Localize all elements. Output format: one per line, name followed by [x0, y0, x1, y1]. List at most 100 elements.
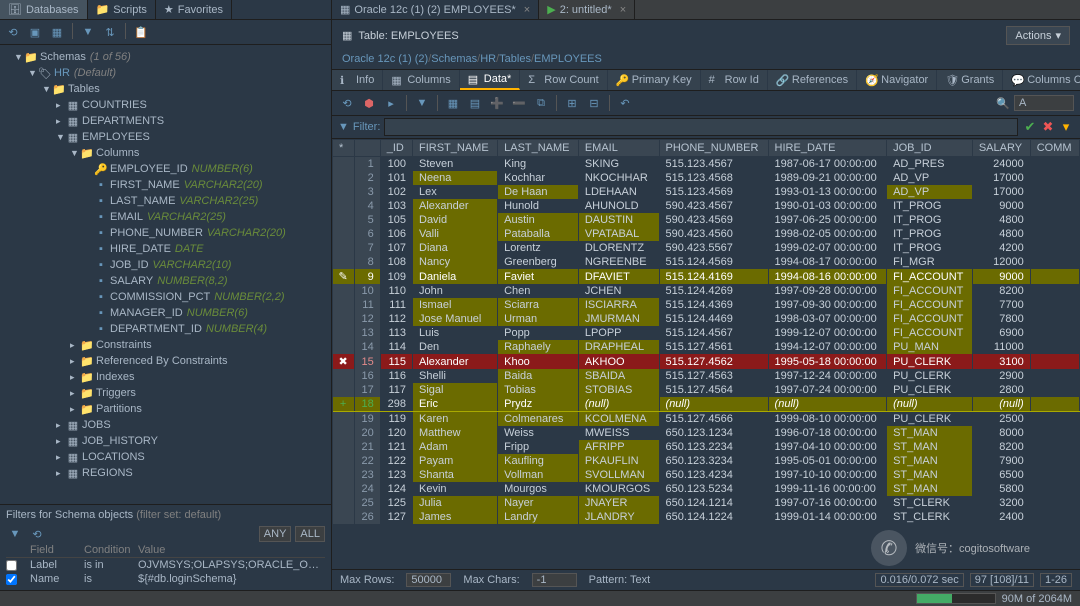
- table-row[interactable]: 13113LuisPoppLPOPP515.124.45671999-12-07…: [333, 326, 1080, 340]
- content-tab-untitled[interactable]: ▶2: untitled*×: [539, 0, 635, 19]
- tree-column[interactable]: ▪JOB_IDVARCHAR2(10): [0, 257, 331, 273]
- table-row[interactable]: 21121AdamFrippAFRIPP650.123.22341997-04-…: [333, 440, 1080, 454]
- column-header[interactable]: COMM: [1030, 140, 1079, 157]
- tree-folder[interactable]: ▸📁Constraints: [0, 337, 331, 353]
- subtab[interactable]: 🛡Grants: [937, 70, 1003, 90]
- tree-column[interactable]: ▪EMAILVARCHAR2(25): [0, 209, 331, 225]
- column-header[interactable]: FIRST_NAME: [413, 140, 498, 157]
- table-row[interactable]: 19119KarenColmenaresKCOLMENA515.127.4566…: [333, 412, 1080, 427]
- table-row[interactable]: 20120MatthewWeissMWEISS650.123.12341996-…: [333, 426, 1080, 440]
- duplicate-row-icon[interactable]: ⧉: [532, 94, 550, 112]
- tree-column[interactable]: ▪PHONE_NUMBERVARCHAR2(20): [0, 225, 331, 241]
- apply-filter-icon[interactable]: ✔: [1022, 119, 1038, 135]
- tab-scripts[interactable]: 📁Scripts: [88, 0, 156, 19]
- subtab[interactable]: ΣRow Count: [520, 70, 607, 90]
- table-row[interactable]: ✎9109DanielaFavietDFAVIET515.124.4169199…: [333, 269, 1080, 284]
- object-tree[interactable]: ▼📁Schemas(1 of 56) ▼🏷HR(Default) ▼📁Table…: [0, 45, 331, 504]
- subtab[interactable]: ▤Data*: [460, 70, 521, 90]
- tree-schemas[interactable]: ▼📁Schemas(1 of 56): [0, 49, 331, 65]
- table-row[interactable]: 25125JuliaNayerJNAYER650.124.12141997-07…: [333, 496, 1080, 510]
- tree-schema-hr[interactable]: ▼🏷HR(Default): [0, 65, 331, 81]
- tree-folder[interactable]: ▸📁Partitions: [0, 401, 331, 417]
- tree-column[interactable]: 🔑EMPLOYEE_IDNUMBER(6): [0, 161, 331, 177]
- link-icon[interactable]: ⇅: [101, 23, 119, 41]
- table-row[interactable]: 7107DianaLorentzDLORENTZ590.423.55671999…: [333, 241, 1080, 255]
- tree-columns[interactable]: ▼📁Columns: [0, 145, 331, 161]
- table-row[interactable]: 3102LexDe HaanLDEHAAN515.123.45691993-01…: [333, 185, 1080, 199]
- filter-refresh-icon[interactable]: ⟲: [28, 525, 46, 543]
- filter-history-icon[interactable]: ▾: [1058, 119, 1074, 135]
- filter-checkbox[interactable]: [6, 560, 17, 571]
- column-header[interactable]: PHONE_NUMBER: [659, 140, 768, 157]
- tree-column[interactable]: ▪LAST_NAMEVARCHAR2(25): [0, 193, 331, 209]
- tree-column[interactable]: ▪DEPARTMENT_IDNUMBER(4): [0, 321, 331, 337]
- filter-all-button[interactable]: ALL: [295, 526, 325, 542]
- actions-button[interactable]: Actions▾: [1006, 26, 1070, 45]
- subtab[interactable]: 🔗References: [768, 70, 857, 90]
- tab-databases[interactable]: 🗄Databases: [0, 0, 88, 19]
- expand-icon[interactable]: ▦: [48, 23, 66, 41]
- table-row[interactable]: 10110JohnChenJCHEN515.124.42691997-09-28…: [333, 284, 1080, 298]
- grid-icon[interactable]: ▤: [466, 94, 484, 112]
- filter-icon[interactable]: ▼: [79, 23, 97, 41]
- tree-folder[interactable]: ▸📁Indexes: [0, 369, 331, 385]
- column-header[interactable]: _ID: [380, 140, 412, 157]
- undo-icon[interactable]: ↶: [616, 94, 634, 112]
- table-row[interactable]: 16116ShelliBaidaSBAIDA515.127.45631997-1…: [333, 369, 1080, 383]
- table-row[interactable]: 11111IsmaelSciarraISCIARRA515.124.436919…: [333, 298, 1080, 312]
- breadcrumb[interactable]: Oracle 12c (1) (2)/Schemas/HR/Tables/EMP…: [332, 51, 1080, 69]
- tree-table[interactable]: ▸▦COUNTRIES: [0, 97, 331, 113]
- table-row[interactable]: ✖15115AlexanderKhooAKHOO515.127.45621995…: [333, 354, 1080, 369]
- next-page-icon[interactable]: ▸: [382, 94, 400, 112]
- column-header[interactable]: EMAIL: [578, 140, 659, 157]
- tree-table[interactable]: ▸▦LOCATIONS: [0, 449, 331, 465]
- table-row[interactable]: 24124KevinMourgosKMOURGOS650.123.5234199…: [333, 482, 1080, 496]
- search-input[interactable]: [1014, 95, 1074, 111]
- tree-table[interactable]: ▸▦JOB_HISTORY: [0, 433, 331, 449]
- table-row[interactable]: 1100StevenKingSKING515.123.45671987-06-1…: [333, 157, 1080, 172]
- tree-tables[interactable]: ▼📁Tables: [0, 81, 331, 97]
- properties-icon[interactable]: 📋: [132, 23, 150, 41]
- filter-toggle-icon[interactable]: ▼: [6, 525, 24, 543]
- close-icon[interactable]: ×: [524, 4, 530, 16]
- memory-bar[interactable]: [916, 593, 996, 604]
- tree-column[interactable]: ▪COMMISSION_PCTNUMBER(2,2): [0, 289, 331, 305]
- stop-icon[interactable]: ⬢: [360, 94, 378, 112]
- table-row[interactable]: 6106ValliPataballaVPATABAL590.423.456019…: [333, 227, 1080, 241]
- data-grid[interactable]: *_IDFIRST_NAMELAST_NAMEEMAILPHONE_NUMBER…: [332, 139, 1080, 569]
- filter-row[interactable]: Labelis inOJVMSYS;OLAPSYS;ORACLE_OCM;ORD…: [6, 558, 325, 572]
- subtab[interactable]: #Row Id: [701, 70, 768, 90]
- refresh-icon[interactable]: ⟲: [4, 23, 22, 41]
- tree-folder[interactable]: ▸📁Referenced By Constraints: [0, 353, 331, 369]
- subtab[interactable]: 🧭Navigator: [857, 70, 937, 90]
- subtab[interactable]: ▦Columns: [383, 70, 459, 90]
- table-row[interactable]: +18298EricPrydz(null)(null)(null)(null)(…: [333, 397, 1080, 412]
- delete-row-icon[interactable]: ➖: [510, 94, 528, 112]
- subtab[interactable]: 🔑Primary Key: [608, 70, 701, 90]
- column-header[interactable]: SALARY: [972, 140, 1030, 157]
- clear-filter-icon[interactable]: ✖: [1040, 119, 1056, 135]
- tree-table[interactable]: ▸▦DEPARTMENTS: [0, 113, 331, 129]
- column-header[interactable]: JOB_ID: [887, 140, 973, 157]
- collapse-icon[interactable]: ▣: [26, 23, 44, 41]
- table-row[interactable]: 17117SigalTobiasSTOBIAS515.127.45641997-…: [333, 383, 1080, 397]
- add-row-icon[interactable]: ➕: [488, 94, 506, 112]
- table-row[interactable]: 14114DenRaphaelyDRAPHEAL515.127.45611994…: [333, 340, 1080, 354]
- column-header[interactable]: HIRE_DATE: [768, 140, 887, 157]
- tree-table[interactable]: ▸▦JOBS: [0, 417, 331, 433]
- table-row[interactable]: 5105DavidAustinDAUSTIN590.423.45691997-0…: [333, 213, 1080, 227]
- max-chars-input[interactable]: [532, 573, 577, 587]
- view2-icon[interactable]: ⊟: [585, 94, 603, 112]
- tree-table-employees[interactable]: ▼▦EMPLOYEES: [0, 129, 331, 145]
- tree-column[interactable]: ▪FIRST_NAMEVARCHAR2(20): [0, 177, 331, 193]
- tree-folder[interactable]: ▸📁Triggers: [0, 385, 331, 401]
- table-row[interactable]: 8108NancyGreenbergNGREENBE515.124.456919…: [333, 255, 1080, 269]
- refresh-icon[interactable]: ⟲: [338, 94, 356, 112]
- close-icon[interactable]: ×: [620, 4, 626, 16]
- table-row[interactable]: 12112Jose ManuelUrmanJMURMAN515.124.4469…: [333, 312, 1080, 326]
- subtab[interactable]: ℹInfo: [332, 70, 383, 90]
- tree-column[interactable]: ▪MANAGER_IDNUMBER(6): [0, 305, 331, 321]
- view1-icon[interactable]: ⊞: [563, 94, 581, 112]
- table-row[interactable]: 22122PayamKauflingPKAUFLIN650.123.323419…: [333, 454, 1080, 468]
- filter-any-button[interactable]: ANY: [259, 526, 292, 542]
